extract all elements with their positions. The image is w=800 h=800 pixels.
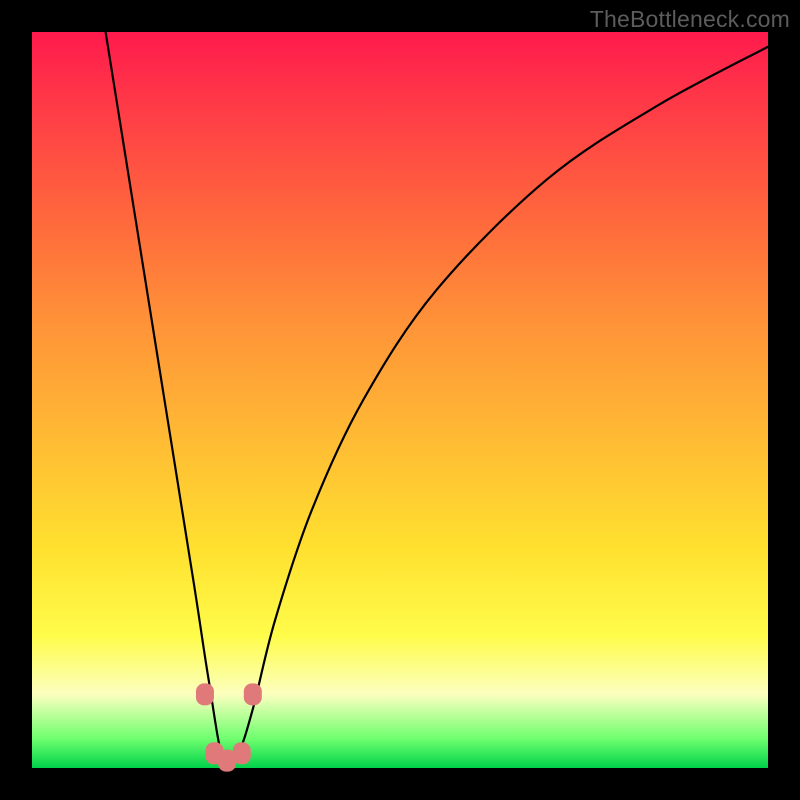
plot-area xyxy=(32,32,768,768)
curve-marker-0 xyxy=(196,683,214,705)
curve-marker-3 xyxy=(233,742,251,764)
curve-svg xyxy=(32,32,768,768)
chart-frame: TheBottleneck.com xyxy=(0,0,800,800)
watermark-text: TheBottleneck.com xyxy=(590,6,790,33)
curve-marker-4 xyxy=(244,683,262,705)
bottleneck-curve xyxy=(106,32,768,766)
marker-group xyxy=(196,683,262,771)
